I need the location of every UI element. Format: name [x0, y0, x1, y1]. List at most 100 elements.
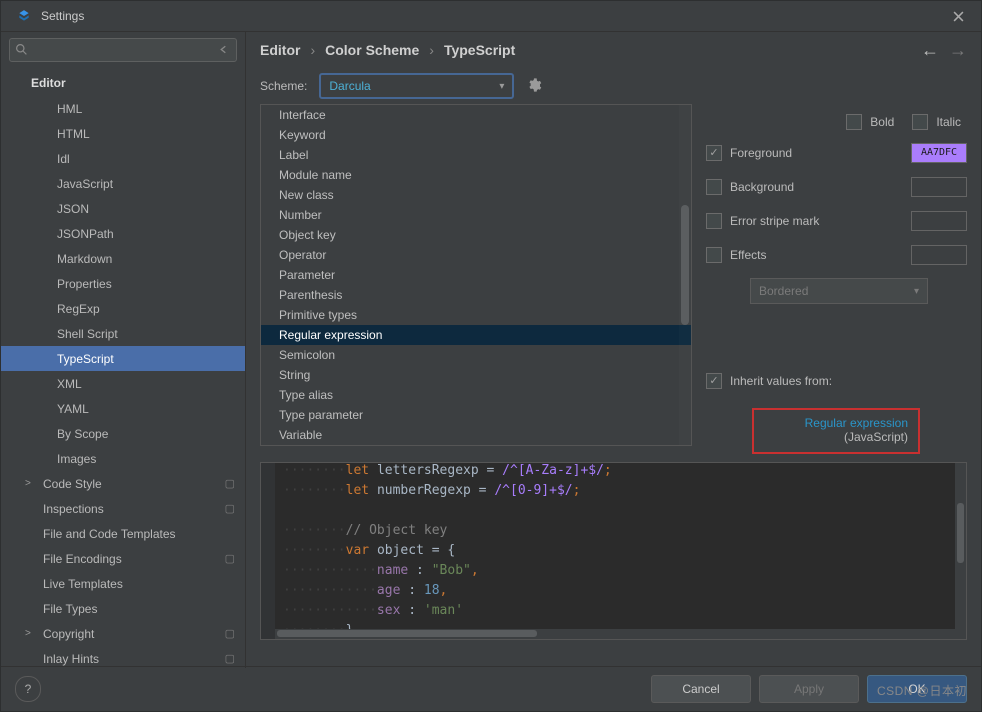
inherit-link[interactable]: Regular expression: [768, 416, 908, 430]
code-preview[interactable]: ········let lettersRegexp = /^[A-Za-z]+$…: [260, 462, 967, 640]
sidebar-item-label: Inspections: [43, 502, 104, 516]
sidebar-item-html[interactable]: HTML: [1, 121, 245, 146]
scheme-value: Darcula: [329, 79, 370, 93]
attr-item-type-alias[interactable]: Type alias: [261, 385, 691, 405]
scheme-select[interactable]: Darcula ▾: [319, 73, 514, 99]
sidebar-item-label: HTML: [57, 127, 90, 141]
attr-item-string[interactable]: String: [261, 365, 691, 385]
search-input[interactable]: [9, 38, 237, 62]
search-box: [9, 38, 237, 62]
sidebar-item-shell-script[interactable]: Shell Script: [1, 321, 245, 346]
effects-kind-value: Bordered: [759, 284, 808, 298]
settings-tree[interactable]: Editor HML HTML Idl JavaScriptJSONJSONPath M…: [1, 66, 245, 668]
sidebar-item-regexp[interactable]: RegExp: [1, 296, 245, 321]
sidebar-item-yaml[interactable]: YAML: [1, 396, 245, 421]
attr-item-regular-expression[interactable]: Regular expression: [261, 325, 691, 345]
nav-back-button[interactable]: ←: [921, 40, 939, 61]
gear-icon[interactable]: [526, 77, 542, 96]
sidebar-item-label: Idl: [57, 152, 70, 166]
inherit-checkbox[interactable]: [706, 373, 722, 389]
list-scrollbar[interactable]: [679, 105, 691, 445]
cancel-button[interactable]: Cancel: [651, 675, 751, 703]
sidebar-item-inlay-hints[interactable]: Inlay Hints▢: [1, 646, 245, 668]
attr-item-new-class[interactable]: New class: [261, 185, 691, 205]
sidebar-item-images[interactable]: Images: [1, 446, 245, 471]
bold-checkbox[interactable]: [846, 114, 862, 130]
sidebar-item-label: Copyright: [43, 627, 94, 641]
scope-icon: ▢: [225, 502, 235, 515]
sidebar-item-copyright[interactable]: > Copyright ▢: [1, 621, 245, 646]
code-content: ········let lettersRegexp = /^[A-Za-z]+$…: [275, 462, 966, 640]
help-button[interactable]: ?: [15, 676, 41, 702]
sidebar-item-typescript[interactable]: TypeScript: [1, 346, 245, 371]
sidebar-item-javascript[interactable]: JavaScript: [1, 171, 245, 196]
attr-item-primitive-types[interactable]: Primitive types: [261, 305, 691, 325]
sidebar-item-label: Properties: [57, 277, 112, 291]
preview-hscrollbar[interactable]: [275, 629, 966, 639]
attr-item-semicolon[interactable]: Semicolon: [261, 345, 691, 365]
sidebar-item-label: Shell Script: [57, 327, 118, 341]
attr-item-interface[interactable]: Interface: [261, 105, 691, 125]
scheme-label: Scheme:: [260, 79, 307, 93]
sidebar-item-label: XML: [57, 377, 82, 391]
sidebar-item-file-and-code-templates[interactable]: File and Code Templates: [1, 521, 245, 546]
sidebar-item-jsonpath[interactable]: JSONPath: [1, 221, 245, 246]
sidebar-item-file-types[interactable]: File Types: [1, 596, 245, 621]
sidebar-item-label: YAML: [57, 402, 89, 416]
bold-label: Bold: [870, 115, 894, 129]
attr-item-number[interactable]: Number: [261, 205, 691, 225]
attr-item-type-parameter[interactable]: Type parameter: [261, 405, 691, 425]
error-stripe-swatch[interactable]: [911, 211, 967, 231]
sidebar-item-file-encodings[interactable]: File Encodings▢: [1, 546, 245, 571]
chevron-right-icon: ›: [310, 42, 315, 58]
crumb-color-scheme[interactable]: Color Scheme: [325, 42, 419, 58]
error-stripe-checkbox[interactable]: [706, 213, 722, 229]
ok-button[interactable]: OK: [867, 675, 967, 703]
effects-kind-select[interactable]: Bordered ▾: [750, 278, 928, 304]
sidebar-item-json[interactable]: JSON: [1, 196, 245, 221]
expand-icon[interactable]: >: [25, 628, 31, 639]
attr-item-operator[interactable]: Operator: [261, 245, 691, 265]
sidebar-item-idl[interactable]: Idl: [1, 146, 245, 171]
sidebar-item-live-templates[interactable]: Live Templates: [1, 571, 245, 596]
sidebar-item-xml[interactable]: XML: [1, 371, 245, 396]
attr-item-keyword[interactable]: Keyword: [261, 125, 691, 145]
attr-item-label[interactable]: Label: [261, 145, 691, 165]
sidebar-item-label: Markdown: [57, 252, 112, 266]
attr-item-parameter[interactable]: Parameter: [261, 265, 691, 285]
sidebar-item-hml[interactable]: HML: [1, 96, 245, 121]
background-swatch[interactable]: [911, 177, 967, 197]
nav-forward-button: →: [949, 40, 967, 61]
italic-checkbox[interactable]: [912, 114, 928, 130]
sidebar-item-markdown[interactable]: Markdown: [1, 246, 245, 271]
sidebar-item-label: Live Templates: [43, 577, 123, 591]
sidebar-item-properties[interactable]: Properties: [1, 271, 245, 296]
close-button[interactable]: [943, 1, 973, 31]
attr-item-object-key[interactable]: Object key: [261, 225, 691, 245]
background-checkbox[interactable]: [706, 179, 722, 195]
foreground-swatch[interactable]: AA7DFC: [911, 143, 967, 163]
sidebar-item-inspections[interactable]: Inspections ▢: [1, 496, 245, 521]
sidebar-item-label: By Scope: [57, 427, 108, 441]
foreground-checkbox[interactable]: [706, 145, 722, 161]
effects-checkbox[interactable]: [706, 247, 722, 263]
sidebar-item-label: File Types: [43, 602, 97, 616]
sidebar-item-label: Inlay Hints: [43, 652, 99, 666]
inherit-source: Regular expression (JavaScript): [752, 408, 920, 454]
sidebar-item-code-style[interactable]: >Code Style▢: [1, 471, 245, 496]
scope-icon: ▢: [225, 627, 235, 640]
attributes-list[interactable]: InterfaceKeywordLabelModule nameNew clas…: [260, 104, 692, 446]
effects-swatch[interactable]: [911, 245, 967, 265]
attr-item-parenthesis[interactable]: Parenthesis: [261, 285, 691, 305]
sidebar-item-by-scope[interactable]: By Scope: [1, 421, 245, 446]
preview-vscrollbar[interactable]: [955, 463, 966, 629]
search-history-icon[interactable]: [218, 43, 231, 59]
sidebar-item-label: Code Style: [43, 477, 102, 491]
sidebar-item-label: TypeScript: [57, 352, 114, 366]
chevron-down-icon: ▾: [499, 81, 504, 92]
crumb-editor[interactable]: Editor: [260, 42, 300, 58]
attr-item-variable[interactable]: Variable: [261, 425, 691, 445]
attr-item-module-name[interactable]: Module name: [261, 165, 691, 185]
expand-icon[interactable]: >: [25, 478, 31, 489]
sidebar-section-editor[interactable]: Editor: [1, 70, 245, 96]
